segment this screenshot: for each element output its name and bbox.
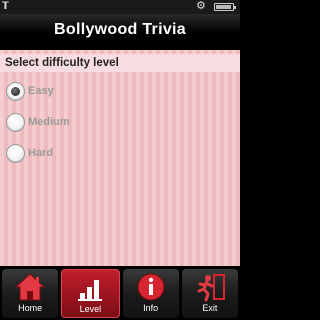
difficulty-panel: Select difficulty level Easy Medium Hard bbox=[0, 50, 240, 266]
signal-icon: 𝗧 bbox=[2, 1, 9, 12]
tab-label: Info bbox=[143, 303, 159, 313]
status-bar: 𝗧 ⚙ bbox=[0, 0, 240, 14]
gear-icon: ⚙ bbox=[196, 0, 206, 12]
radio-button-hard[interactable] bbox=[6, 143, 25, 163]
exit-runner-icon bbox=[197, 274, 225, 302]
info-icon bbox=[137, 273, 165, 301]
title-bar: Bollywood Trivia bbox=[0, 14, 240, 48]
tab-home[interactable]: Home bbox=[2, 269, 59, 318]
tab-level[interactable]: Level bbox=[61, 269, 120, 318]
difficulty-option-label: Medium bbox=[28, 116, 70, 128]
tab-label: Level bbox=[79, 304, 102, 314]
tab-info[interactable]: Info bbox=[122, 269, 179, 318]
difficulty-option-easy[interactable]: Easy bbox=[6, 80, 54, 102]
radio-button-medium[interactable] bbox=[6, 112, 25, 132]
tab-label: Exit bbox=[202, 303, 218, 313]
tab-label: Home bbox=[18, 303, 43, 313]
difficulty-option-medium[interactable]: Medium bbox=[6, 111, 70, 133]
difficulty-heading: Select difficulty level bbox=[0, 54, 240, 72]
home-icon bbox=[14, 273, 46, 301]
radio-button-easy[interactable] bbox=[6, 81, 25, 101]
level-bars-icon bbox=[78, 280, 103, 301]
tab-exit[interactable]: Exit bbox=[181, 269, 238, 318]
difficulty-option-label: Easy bbox=[28, 85, 54, 97]
app-title: Bollywood Trivia bbox=[54, 21, 186, 38]
battery-icon bbox=[214, 3, 236, 11]
difficulty-option-label: Hard bbox=[28, 147, 54, 159]
bottom-tab-bar: Home Level Info Exit bbox=[0, 266, 240, 320]
difficulty-option-hard[interactable]: Hard bbox=[6, 142, 53, 164]
